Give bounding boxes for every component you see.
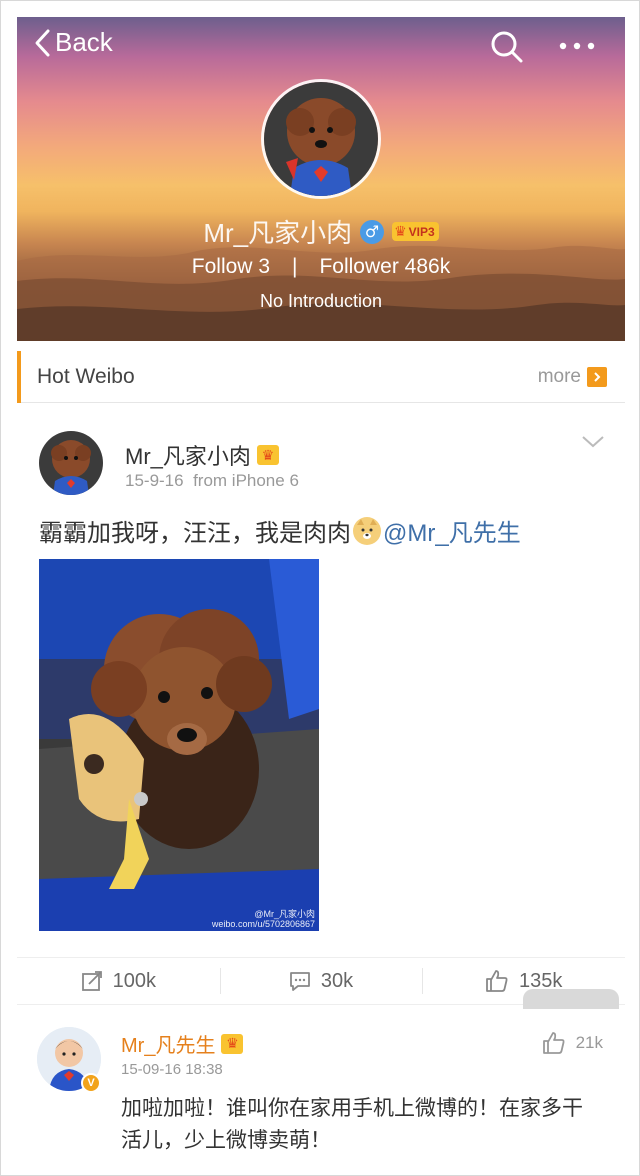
more-options-button[interactable] [557, 31, 597, 61]
post-meta: 15-9-16 from iPhone 6 [125, 471, 299, 491]
follower-link[interactable]: Follower 486k [319, 255, 450, 279]
follow-label: Follow [191, 255, 253, 278]
post-body: 霸霸加我呀，汪汪，我是肉肉 [39, 520, 351, 547]
post-author-name: Mr_凡家小肉 [125, 444, 251, 469]
photo-watermark: @Mr_凡家小肉 weibo.com/u/5702806867 [212, 909, 315, 929]
back-label: Back [55, 27, 113, 57]
post-author[interactable]: Mr_凡家小肉 ♛ [125, 439, 279, 471]
more-link[interactable]: more [538, 366, 607, 388]
comment-text: 加啦加啦！谁叫你在家用手机上微博的！在家多干活儿，少上微博卖萌！ [121, 1097, 583, 1152]
follow-stats: Follow 3 | Follower 486k [17, 255, 625, 279]
vip-crown-icon: ♛ [221, 1033, 244, 1054]
commenter[interactable]: Mr_凡先生 ♛ [121, 1029, 244, 1058]
profile-name-row: Mr_凡家小肉 ♂ ♛ VIP3 [17, 213, 625, 250]
profile-name: Mr_凡家小肉 [203, 218, 353, 248]
more-dots-icon [559, 42, 595, 50]
post-menu-button[interactable] [581, 435, 605, 454]
comment-item: V Mr_凡先生 ♛ 15-09-16 18:38 21k 加啦加啦！谁叫你在家… [17, 1011, 625, 1161]
follower-count: 486k [404, 255, 451, 278]
profile-header: Back Mr_凡家小肉 ♂ ♛ VIP3 Follow 3 | Followe… [17, 17, 625, 341]
post-text: 霸霸加我呀，汪汪，我是肉肉 @Mr_凡先生 [39, 513, 521, 548]
hot-weibo-bar: Hot Weibo more [17, 351, 625, 403]
follower-label: Follower [319, 255, 399, 278]
comment-like-count: 21k [575, 1033, 603, 1052]
post-source: from iPhone 6 [193, 471, 299, 490]
post-author-avatar[interactable] [39, 431, 103, 495]
app-frame: Back Mr_凡家小肉 ♂ ♛ VIP3 Follow 3 | Followe… [0, 0, 640, 1176]
post-date: 15-9-16 [125, 471, 184, 490]
top-bar: Back [17, 17, 625, 77]
doge-emoji-icon [353, 516, 381, 545]
like-icon [542, 1032, 565, 1054]
follow-count: 3 [258, 255, 270, 278]
verified-badge-icon: V [81, 1073, 101, 1093]
commenter-name: Mr_凡先生 [121, 1035, 216, 1057]
comment-icon [289, 972, 310, 991]
chevron-down-icon [582, 436, 604, 448]
vip-crown-icon: ♛ [394, 223, 407, 239]
scroll-handle[interactable] [523, 989, 619, 1009]
vip-level: VIP3 [408, 224, 435, 239]
vip-badge[interactable]: ♛ VIP3 [392, 222, 439, 241]
watermark-url: weibo.com/u/5702806867 [211, 919, 315, 929]
section-accent [17, 351, 21, 403]
mention-link[interactable]: @Mr_凡先生 [383, 513, 521, 548]
profile-avatar[interactable] [261, 79, 381, 199]
post-photo[interactable]: @Mr_凡家小肉 weibo.com/u/5702806867 [39, 559, 319, 931]
search-icon [491, 31, 523, 63]
gender-male-icon: ♂ [360, 219, 385, 244]
watermark-handle: @Mr_凡家小肉 [254, 909, 315, 919]
comment-like-button[interactable]: 21k [542, 1031, 603, 1055]
back-chevron-icon [35, 29, 50, 56]
follow-link[interactable]: Follow 3 [192, 255, 270, 279]
back-button[interactable]: Back [33, 27, 113, 58]
search-button[interactable] [489, 29, 525, 65]
weibo-post: Mr_凡家小肉 ♛ 15-9-16 from iPhone 6 霸霸加我呀，汪汪… [17, 409, 625, 957]
more-arrow-icon [587, 367, 607, 387]
profile-introduction: No Introduction [259, 291, 383, 311]
comment-count: 30k [320, 969, 354, 992]
repost-icon [81, 971, 102, 991]
vip-crown-icon: ♛ [256, 445, 279, 465]
more-label: more [537, 366, 581, 387]
comment-time: 15-09-16 18:38 [121, 1061, 223, 1078]
like-icon [486, 970, 508, 992]
comment-button[interactable]: 30k [219, 958, 423, 1004]
stats-separator: | [292, 255, 298, 278]
repost-count: 100k [112, 969, 157, 992]
hot-weibo-title: Hot Weibo [37, 364, 135, 388]
repost-button[interactable]: 100k [17, 958, 220, 1004]
